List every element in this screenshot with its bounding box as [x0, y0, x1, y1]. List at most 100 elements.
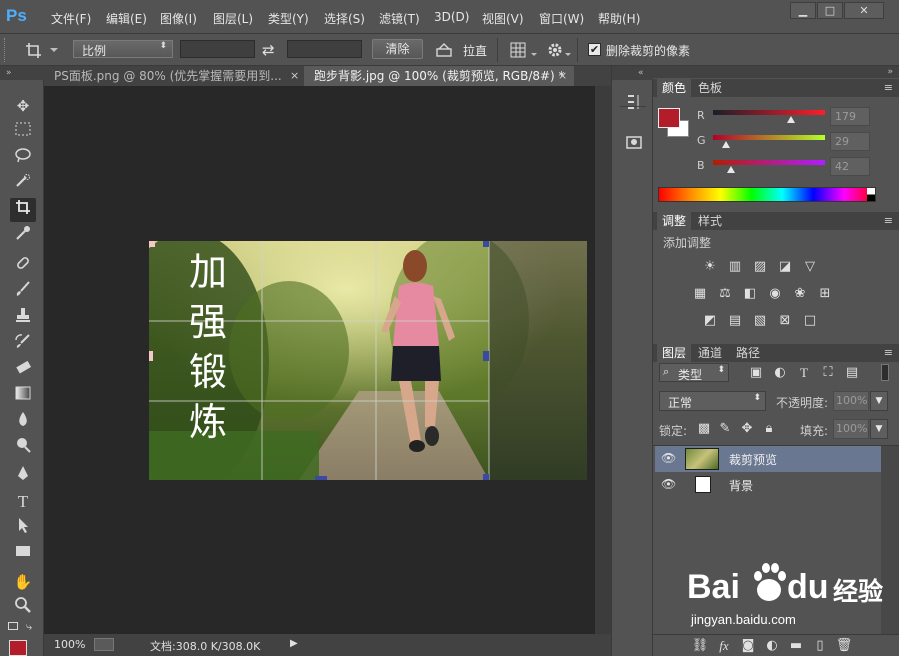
canvas-image[interactable]: 加 强 锻 炼	[149, 241, 587, 480]
lock-position-icon[interactable]: ✥	[738, 421, 756, 437]
posterize-icon[interactable]: ▤	[726, 313, 744, 329]
swap-colors-icon[interactable]: ⤷	[26, 620, 32, 634]
overlay-grid-icon[interactable]	[509, 41, 539, 59]
channel-mixer-icon[interactable]: ❀	[791, 286, 809, 302]
panel-menu-icon[interactable]: ≡	[884, 344, 893, 362]
black-white-icon[interactable]: ◧	[741, 286, 759, 302]
layer-row[interactable]: 👁︎ 背景	[655, 472, 881, 498]
menu-edit[interactable]: 编辑(E)	[106, 10, 147, 27]
filter-adjustment-icon[interactable]: ◐	[771, 365, 789, 381]
b-value[interactable]: 42	[830, 157, 870, 176]
status-menu-arrow-icon[interactable]: ▶	[290, 638, 298, 649]
layer-effects-icon[interactable]: fx	[715, 638, 733, 654]
default-colors-icon[interactable]	[8, 622, 18, 630]
lock-pixels-icon[interactable]: ✎	[716, 421, 734, 437]
minimize-button[interactable]: ▁	[790, 2, 816, 19]
dodge-tool-icon[interactable]	[10, 436, 36, 460]
properties-panel-icon[interactable]	[624, 132, 644, 152]
maximize-button[interactable]: □	[817, 2, 843, 19]
ratio-select[interactable]: 比例 ⬍	[73, 40, 173, 58]
lock-all-icon[interactable]: 🔒︎	[760, 421, 778, 437]
pen-tool-icon[interactable]	[10, 464, 36, 488]
tab-ps-panel[interactable]: PS面板.png @ 80% (优先掌握需要用到...	[44, 66, 302, 86]
add-mask-icon[interactable]: ◙	[739, 638, 757, 654]
delete-layer-icon[interactable]: 🗑︎	[835, 638, 853, 654]
zoom-tool-icon[interactable]	[10, 596, 36, 620]
opacity-input[interactable]: 100%	[833, 391, 869, 411]
quick-select-tool-icon[interactable]	[10, 172, 36, 196]
width-input[interactable]	[180, 40, 255, 58]
r-value[interactable]: 179	[830, 107, 870, 126]
invert-icon[interactable]: ◩	[701, 313, 719, 329]
layer-row[interactable]: 👁︎ 裁剪预览	[655, 446, 881, 472]
eraser-tool-icon[interactable]	[10, 358, 36, 382]
marquee-tool-icon[interactable]	[10, 120, 36, 144]
panel-menu-icon[interactable]: ≡	[884, 212, 893, 230]
brightness-icon[interactable]: ☀	[701, 259, 719, 275]
photo-filter-icon[interactable]: ◉	[766, 286, 784, 302]
b-slider-thumb[interactable]	[727, 166, 735, 173]
filter-smart-object-icon[interactable]: ▤	[843, 365, 861, 381]
r-slider-thumb[interactable]	[787, 116, 795, 123]
layer-name[interactable]: 背景	[729, 477, 753, 494]
r-slider[interactable]	[713, 110, 825, 115]
visibility-eye-icon[interactable]: 👁︎	[661, 451, 677, 465]
tab-adjustments[interactable]: 调整	[657, 212, 692, 230]
filter-pixel-icon[interactable]: ▣	[747, 365, 765, 381]
rectangle-tool-icon[interactable]	[10, 542, 36, 566]
history-panel-icon[interactable]	[624, 92, 644, 112]
menu-layer[interactable]: 图层(L)	[213, 10, 253, 27]
lasso-tool-icon[interactable]	[10, 146, 36, 170]
tab-channels[interactable]: 通道	[693, 344, 727, 362]
layer-filter-select[interactable]: ⌕ 类型 ⬍	[659, 363, 729, 382]
height-input[interactable]	[287, 40, 362, 58]
close-tab-icon[interactable]: ×	[558, 66, 567, 86]
menu-help[interactable]: 帮助(H)	[598, 10, 640, 27]
color-spectrum-bar[interactable]	[658, 187, 876, 202]
tab-paths[interactable]: 路径	[731, 344, 765, 362]
history-brush-tool-icon[interactable]	[10, 332, 36, 356]
swap-icon[interactable]: ⇄	[262, 41, 275, 59]
zoom-level[interactable]: 100%	[54, 638, 85, 651]
straighten-label[interactable]: 拉直	[463, 42, 487, 59]
close-tab-icon[interactable]: ×	[290, 66, 299, 86]
threshold-icon[interactable]: ▧	[751, 313, 769, 329]
move-tool-icon[interactable]: ✥	[10, 94, 36, 118]
selective-color-icon[interactable]: □	[801, 313, 819, 329]
crop-tool-icon[interactable]	[10, 198, 36, 222]
tab-styles[interactable]: 样式	[693, 212, 727, 230]
visibility-eye-icon[interactable]: 👁︎	[661, 477, 677, 491]
g-slider[interactable]	[713, 135, 825, 140]
collapse-dock-icon[interactable]: «	[612, 66, 653, 80]
g-value[interactable]: 29	[830, 132, 870, 151]
lock-transparent-icon[interactable]: ▩	[695, 421, 713, 437]
filter-type-icon[interactable]: T	[795, 365, 813, 381]
menu-window[interactable]: 窗口(W)	[539, 10, 584, 27]
menu-select[interactable]: 选择(S)	[324, 10, 365, 27]
brush-tool-icon[interactable]	[10, 280, 36, 304]
clear-button[interactable]: 清除	[372, 39, 423, 59]
fill-dropdown-icon[interactable]: ▼	[870, 419, 888, 439]
b-slider[interactable]	[713, 160, 825, 165]
hue-saturation-icon[interactable]: ▦	[691, 286, 709, 302]
vibrance-icon[interactable]: ▽	[801, 259, 819, 275]
gradient-map-icon[interactable]: ⊠	[776, 313, 794, 329]
clone-stamp-tool-icon[interactable]	[10, 306, 36, 330]
levels-icon[interactable]: ▥	[726, 259, 744, 275]
menu-view[interactable]: 视图(V)	[482, 10, 524, 27]
layer-name[interactable]: 裁剪预览	[729, 451, 777, 468]
crop-tool-preset-icon[interactable]	[24, 40, 60, 60]
healing-brush-tool-icon[interactable]	[10, 254, 36, 278]
tab-running-image[interactable]: 跑步背影.jpg @ 100% (裁剪预览, RGB/8#) *	[304, 66, 574, 86]
link-layers-icon[interactable]: ⛓	[691, 638, 709, 654]
opacity-dropdown-icon[interactable]: ▼	[870, 391, 888, 411]
g-slider-thumb[interactable]	[722, 141, 730, 148]
hand-tool-icon[interactable]: ✋	[10, 570, 36, 594]
new-adjustment-layer-icon[interactable]: ◐	[763, 638, 781, 654]
menu-file[interactable]: 文件(F)	[51, 10, 91, 27]
menu-type[interactable]: 类型(Y)	[268, 10, 309, 27]
tab-swatches[interactable]: 色板	[693, 79, 727, 97]
type-tool-icon[interactable]: T	[10, 490, 36, 514]
vertical-scrollbar[interactable]	[595, 86, 611, 634]
eyedropper-tool-icon[interactable]	[10, 224, 36, 248]
